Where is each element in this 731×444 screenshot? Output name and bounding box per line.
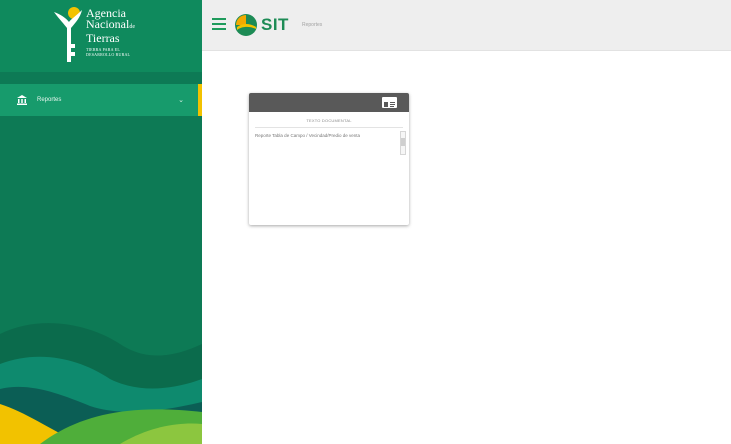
agency-logo: Agencia Nacionalde Tierras TIERRA PARA E… xyxy=(0,0,202,72)
scrollbar[interactable] xyxy=(400,131,406,155)
report-card-title: TEXTO DOCUMENTAL xyxy=(306,118,352,123)
sidebar: Agencia Nacionalde Tierras TIERRA PARA E… xyxy=(0,0,202,444)
report-card-header xyxy=(249,93,409,112)
chevron-down-icon[interactable]: ⌄ xyxy=(178,96,184,104)
logo-line-3: Tierras xyxy=(86,31,120,45)
hamburger-icon[interactable] xyxy=(212,18,226,30)
sidebar-item-reportes[interactable]: Reportes ⌄ xyxy=(0,84,202,116)
scrollbar-thumb[interactable] xyxy=(401,138,405,146)
top-bar: SIT Reportes xyxy=(202,0,731,51)
active-accent-bar xyxy=(198,84,202,116)
sit-logo-icon xyxy=(235,14,257,36)
agency-name: Agencia Nacionalde Tierras TIERRA PARA E… xyxy=(86,7,135,57)
report-card-description: Reporte Tabla de Campo / Vecindad/Predio… xyxy=(255,133,360,138)
key-logo-icon xyxy=(54,7,82,62)
logo-line-2-suffix: de xyxy=(129,24,135,30)
logo-tagline-2: DESARROLLO RURAL xyxy=(86,52,131,57)
app-name: SIT xyxy=(261,15,289,34)
report-card[interactable]: TEXTO DOCUMENTAL Reporte Tabla de Campo … xyxy=(249,93,409,225)
decorative-hills xyxy=(0,323,202,444)
sidebar-item-label: Reportes xyxy=(37,97,62,103)
id-card-icon[interactable] xyxy=(382,97,397,108)
bank-icon xyxy=(17,95,27,105)
breadcrumb: Reportes xyxy=(302,22,323,28)
card-divider xyxy=(255,127,403,128)
logo-line-2: Nacional xyxy=(86,17,130,31)
